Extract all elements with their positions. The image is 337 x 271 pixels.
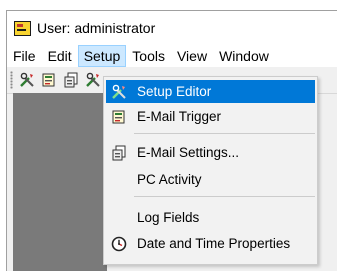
menu-item-label: E-Mail Trigger [137, 109, 222, 124]
toolbar-email-trigger-button[interactable] [39, 70, 59, 90]
settings-doc-icon [64, 72, 78, 88]
menu-tools[interactable]: Tools [126, 45, 171, 67]
menu-setup[interactable]: Setup [77, 45, 127, 67]
menu-item-setup-editor[interactable]: Setup Editor [106, 80, 315, 103]
toolbar-grip[interactable] [10, 71, 13, 89]
menu-item-label: E-Mail Settings... [137, 145, 240, 160]
tools-icon [86, 72, 100, 87]
tools-icon [110, 83, 128, 101]
window-title: User: administrator [37, 20, 156, 36]
menu-item-label: Setup Editor [137, 84, 212, 99]
menu-item-email-settings[interactable]: E-Mail Settings... [106, 141, 315, 164]
menu-item-label: PC Activity [137, 172, 202, 187]
app-document-icon [14, 20, 31, 36]
setup-menu-dropdown: Setup Editor E-Mail Trigger E-Mail Setti… [103, 76, 318, 265]
tools-icon [20, 72, 34, 87]
menu-separator [134, 196, 315, 197]
menu-item-pc-activity[interactable]: PC Activity [106, 168, 315, 191]
mdi-workspace [13, 93, 107, 271]
menu-item-email-trigger[interactable]: E-Mail Trigger [106, 105, 315, 128]
title-bar: User: administrator [7, 11, 337, 45]
menu-item-label: Date and Time Properties [137, 236, 291, 251]
clock-icon [110, 235, 128, 253]
trigger-doc-icon [42, 73, 55, 87]
menu-window[interactable]: Window [213, 45, 275, 67]
settings-doc-icon [110, 144, 128, 162]
trigger-doc-icon [110, 108, 128, 126]
menu-separator [134, 133, 315, 134]
toolbar-email-settings-button[interactable] [61, 70, 81, 90]
toolbar-tools-button[interactable] [83, 70, 103, 90]
menu-item-date-time-properties[interactable]: Date and Time Properties [106, 232, 315, 255]
menu-view[interactable]: View [171, 45, 213, 67]
menu-item-log-fields[interactable]: Log Fields [106, 206, 315, 229]
menu-edit[interactable]: Edit [42, 45, 78, 67]
menu-item-label: Log Fields [137, 210, 200, 225]
menu-file[interactable]: File [7, 45, 42, 67]
menu-bar: File Edit Setup Tools View Window [7, 45, 337, 67]
toolbar-setup-editor-button[interactable] [17, 70, 37, 90]
